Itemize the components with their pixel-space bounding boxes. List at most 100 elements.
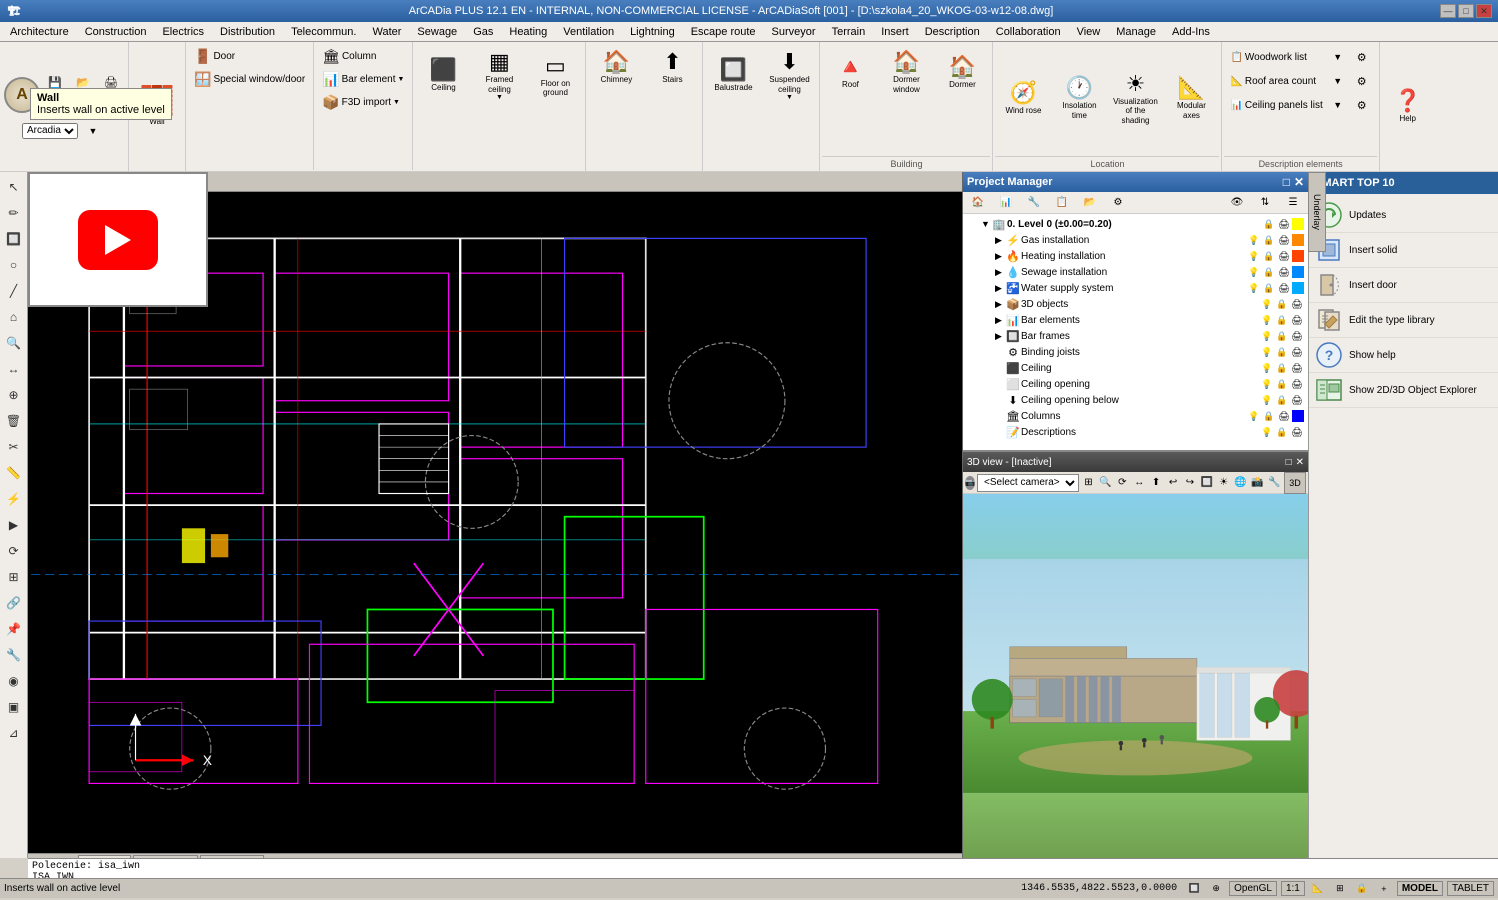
snap-btn-2[interactable]: ⊕ xyxy=(1207,881,1225,897)
left-tool-22[interactable]: ⊿ xyxy=(2,721,26,745)
left-tool-10[interactable]: 🗑 xyxy=(2,409,26,433)
smart-edit-library[interactable]: Edit the type library xyxy=(1309,303,1498,338)
special-window-btn[interactable]: 🪟Special window/door xyxy=(190,69,309,90)
balustrade-btn[interactable]: 🔲 Balustrade xyxy=(707,48,759,104)
left-tool-8[interactable]: ↔ xyxy=(2,357,26,381)
menu-terrain[interactable]: Terrain xyxy=(824,24,874,40)
door-btn[interactable]: 🚪Door xyxy=(190,46,309,67)
left-tool-13[interactable]: ⚡ xyxy=(2,487,26,511)
wind-rose-btn[interactable]: 🧭 Wind rose xyxy=(997,79,1049,119)
status-icon-4[interactable]: + xyxy=(1375,878,1393,900)
left-tool-21[interactable]: ▣ xyxy=(2,695,26,719)
menu-heating[interactable]: Heating xyxy=(501,24,555,40)
level-print-btn[interactable]: 🖨 xyxy=(1277,217,1291,231)
tree-columns[interactable]: 🏛 Columns 💡 🔒 🖨 xyxy=(965,408,1306,424)
status-icon-2[interactable]: ⊞ xyxy=(1331,878,1349,900)
menu-addins[interactable]: Add-Ins xyxy=(1164,24,1218,40)
model-label[interactable]: MODEL xyxy=(1397,881,1443,896)
maximize-btn[interactable]: □ xyxy=(1458,4,1474,18)
youtube-overlay[interactable] xyxy=(28,172,208,307)
pm-settings-btn[interactable]: ☰ xyxy=(1280,192,1306,214)
tree-gas[interactable]: ▶ ⚡ Gas installation 💡 🔒 🖨 xyxy=(965,232,1306,248)
tablet-label[interactable]: TABLET xyxy=(1447,881,1494,896)
pm-view-btn[interactable]: 👁 xyxy=(1224,192,1250,214)
pm-tb-3[interactable]: 🔧 xyxy=(1021,192,1047,214)
tree-level-node[interactable]: ▼ 🏢 0. Level 0 (±0.00=0.20) 🔒 🖨 xyxy=(965,216,1306,232)
pm-tb-2[interactable]: 📊 xyxy=(993,192,1019,214)
suspended-ceiling-btn[interactable]: ⬇ Suspended ceiling ▼ xyxy=(763,48,815,104)
status-icon-3[interactable]: 🔒 xyxy=(1353,878,1371,900)
pm-tb-4[interactable]: 📋 xyxy=(1049,192,1075,214)
left-tool-3[interactable]: 🔲 xyxy=(2,227,26,251)
tree-ceiling-opening-below[interactable]: ⬇ Ceiling opening below 💡 🔒 🖨 xyxy=(965,392,1306,408)
woodwork-dd-btn[interactable]: ▼ xyxy=(1331,46,1345,68)
menu-description[interactable]: Description xyxy=(917,24,988,40)
view3d-content[interactable]: 3D view xyxy=(963,494,1308,858)
column-btn[interactable]: 🏛Column xyxy=(318,46,408,67)
smart-insert-door[interactable]: Insert door xyxy=(1309,268,1498,303)
roof-area-btn[interactable]: 📐Roof area count xyxy=(1226,74,1326,89)
dormer-btn[interactable]: 🏠 Dormer xyxy=(936,48,988,97)
v3d-tb-4[interactable]: ↔ xyxy=(1132,472,1147,494)
left-tool-1[interactable]: ↖ xyxy=(2,175,26,199)
roof-btn[interactable]: 🔺 Roof xyxy=(824,48,876,97)
v3d-tb-8[interactable]: 🔲 xyxy=(1199,472,1214,494)
pm-tb-6[interactable]: ⚙ xyxy=(1105,192,1131,214)
status-icon-1[interactable]: 📐 xyxy=(1309,878,1327,900)
menu-lightning[interactable]: Lightning xyxy=(622,24,683,40)
profile-select[interactable]: Arcadia xyxy=(22,123,78,139)
profile-settings-btn[interactable]: ▼ xyxy=(80,120,106,142)
left-tool-5[interactable]: ╱ xyxy=(2,279,26,303)
camera-select[interactable]: <Select camera> xyxy=(977,474,1079,492)
left-tool-11[interactable]: ✂ xyxy=(2,435,26,459)
tree-descriptions[interactable]: 📝 Descriptions 💡 🔒 🖨 xyxy=(965,424,1306,440)
v3d-tb-3[interactable]: ⟳ xyxy=(1115,472,1130,494)
left-tool-16[interactable]: ⊞ xyxy=(2,565,26,589)
ceiling-panels-config-btn[interactable]: ⚙ xyxy=(1349,94,1375,116)
framed-ceiling-btn[interactable]: ▦ Framed ceiling ▼ xyxy=(473,48,525,104)
opengl-label[interactable]: OpenGL xyxy=(1229,881,1277,896)
smart-updates[interactable]: Updates xyxy=(1309,198,1498,233)
left-tool-17[interactable]: 🔗 xyxy=(2,591,26,615)
menu-electrics[interactable]: Electrics xyxy=(154,24,212,40)
menu-collaboration[interactable]: Collaboration xyxy=(988,24,1069,40)
stairs-btn[interactable]: ⬆ Stairs xyxy=(646,48,698,88)
pm-tb-1[interactable]: 🏠 xyxy=(965,192,991,214)
tree-sewage[interactable]: ▶ 💧 Sewage installation 💡 🔒 🖨 xyxy=(965,264,1306,280)
pm-expand-btn[interactable]: □ xyxy=(1283,175,1290,189)
menu-construction[interactable]: Construction xyxy=(77,24,155,40)
help-btn[interactable]: ❓ Help xyxy=(1382,87,1434,127)
tree-heating[interactable]: ▶ 🔥 Heating installation 💡 🔒 🖨 xyxy=(965,248,1306,264)
chimney-btn[interactable]: 🏠 Chimney xyxy=(590,48,642,88)
ceiling-btn[interactable]: ⬛ Ceiling xyxy=(417,48,469,104)
v3d-tb-5[interactable]: ⬆ xyxy=(1149,472,1164,494)
visualization-shading-btn[interactable]: ☀ Visualization of the shading xyxy=(1109,70,1161,129)
v3d-tb-6[interactable]: ↩ xyxy=(1166,472,1181,494)
left-tool-7[interactable]: 🔍 xyxy=(2,331,26,355)
tree-ceiling[interactable]: ⬛ Ceiling 💡 🔒 🖨 xyxy=(965,360,1306,376)
menu-sewage[interactable]: Sewage xyxy=(409,24,465,40)
v3d-tb-12[interactable]: 🔧 xyxy=(1267,472,1282,494)
menu-manage[interactable]: Manage xyxy=(1108,24,1164,40)
menu-telecommun[interactable]: Telecommun. xyxy=(283,24,364,40)
v3d-tb-7[interactable]: ↪ xyxy=(1182,472,1197,494)
tree-binding-joists[interactable]: ⚙ Binding joists 💡 🔒 🖨 xyxy=(965,344,1306,360)
v3d-tb-2[interactable]: 🔍 xyxy=(1098,472,1113,494)
minimize-btn[interactable]: — xyxy=(1440,4,1456,18)
v3d-render-btn[interactable]: 3D xyxy=(1284,472,1306,494)
menu-architecture[interactable]: Architecture xyxy=(2,24,77,40)
left-tool-12[interactable]: 📏 xyxy=(2,461,26,485)
left-tool-2[interactable]: ✏ xyxy=(2,201,26,225)
floor-on-ground-btn[interactable]: ▭ Floor on ground xyxy=(529,48,581,104)
pm-close-btn[interactable]: ✕ xyxy=(1294,175,1304,189)
ceiling-panels-dd-btn[interactable]: ▼ xyxy=(1331,94,1345,116)
modular-axes-btn[interactable]: 📐 Modular axes xyxy=(1165,74,1217,123)
v3d-tb-11[interactable]: 📸 xyxy=(1250,472,1265,494)
left-tool-18[interactable]: 📌 xyxy=(2,617,26,641)
roof-area-config-btn[interactable]: ⚙ xyxy=(1349,70,1375,92)
left-tool-4[interactable]: ○ xyxy=(2,253,26,277)
menu-distribution[interactable]: Distribution xyxy=(212,24,283,40)
v3d-tb-9[interactable]: ☀ xyxy=(1216,472,1231,494)
scale-label[interactable]: 1:1 xyxy=(1281,881,1305,896)
menu-surveyor[interactable]: Surveyor xyxy=(764,24,824,40)
